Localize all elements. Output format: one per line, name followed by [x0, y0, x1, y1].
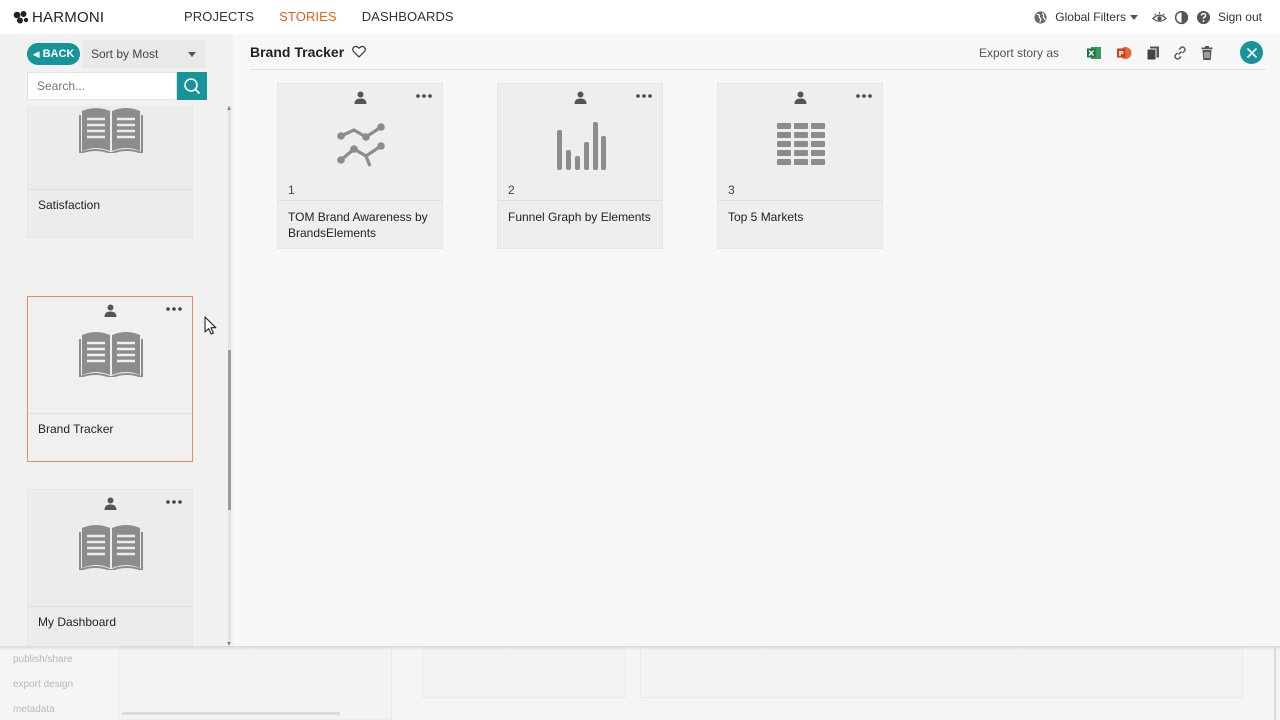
top-navigation-bar: HARMONI PROJECTS STORIES DASHBOARDS Glob…: [0, 0, 1280, 34]
eye-icon[interactable]: [1151, 10, 1167, 25]
story-card-satisfaction[interactable]: Satisfaction: [27, 106, 193, 238]
bg-panel: [640, 646, 1243, 698]
overlay-shadow: [0, 646, 1280, 650]
chart-card-2[interactable]: 2 Funnel Graph by Elements: [497, 83, 663, 249]
copy-icon[interactable]: [1145, 45, 1161, 61]
bg-menu-export-design: export design: [13, 679, 74, 690]
card-divider: [718, 200, 882, 201]
scrollbar-thumb[interactable]: [228, 350, 231, 510]
card-divider: [28, 606, 192, 607]
more-options-icon[interactable]: [166, 500, 182, 504]
globe-icon[interactable]: [1033, 10, 1048, 25]
story-card-name: Brand Tracker: [38, 422, 114, 436]
bar-chart-icon: [557, 122, 606, 170]
mouse-pointer-icon: [204, 316, 217, 335]
harmoni-logo-icon: [13, 11, 29, 24]
bg-panel: [118, 646, 392, 720]
story-card-my-dashboard[interactable]: My Dashboard: [27, 489, 193, 646]
card-divider: [28, 189, 192, 190]
chart-card-name: Funnel Graph by Elements: [508, 210, 651, 224]
card-divider: [28, 413, 192, 414]
card-divider: [278, 200, 442, 201]
svg-text:P: P: [1119, 50, 1124, 58]
heart-icon[interactable]: [352, 45, 366, 58]
chart-thumbnail: 3: [718, 84, 882, 200]
close-icon: [1246, 47, 1257, 58]
person-icon: [104, 304, 117, 317]
sign-out-link[interactable]: Sign out: [1218, 10, 1262, 24]
export-story-label: Export story as: [979, 46, 1060, 60]
back-button-label: BACK: [42, 48, 75, 60]
line-chart-icon: [337, 123, 385, 167]
table-icon: [777, 123, 825, 165]
chart-number: 1: [288, 183, 295, 197]
story-thumbnail: [28, 297, 192, 413]
person-icon: [104, 497, 117, 510]
more-options-icon[interactable]: [856, 94, 872, 98]
person-icon: [574, 91, 587, 104]
chevron-down-icon: [188, 52, 196, 57]
nav-projects[interactable]: PROJECTS: [184, 9, 254, 24]
more-options-icon[interactable]: [416, 94, 432, 98]
person-icon: [354, 91, 367, 104]
logo-text: HARMONI: [32, 8, 105, 26]
bg-menu-publish-share: publish/share: [13, 654, 73, 665]
chart-thumbnail: 1: [278, 84, 442, 200]
title-divider: [250, 69, 1266, 70]
stories-sidebar: ◀ BACK Sort by Most Satisfaction: [0, 34, 233, 646]
search-button[interactable]: [177, 72, 207, 100]
story-thumbnail: [28, 490, 192, 606]
bg-panel: [422, 646, 626, 698]
chart-thumbnail: 2: [498, 84, 662, 200]
more-options-icon[interactable]: [166, 307, 182, 311]
bg-menu-metadata: metadata: [13, 704, 55, 715]
card-divider: [498, 200, 662, 201]
trash-icon[interactable]: [1199, 45, 1215, 61]
app-logo[interactable]: HARMONI: [13, 8, 104, 26]
help-icon[interactable]: [1196, 10, 1211, 25]
story-list[interactable]: Satisfaction Brand Tracker My Dashboard: [0, 106, 227, 646]
link-icon[interactable]: [1172, 45, 1188, 61]
story-thumbnail: [28, 106, 192, 189]
person-icon: [794, 91, 807, 104]
sort-dropdown-value: Sort by Most: [91, 47, 159, 61]
bg-horizontal-scrollbar: [122, 712, 340, 715]
contrast-icon[interactable]: [1174, 10, 1189, 25]
close-button[interactable]: [1240, 41, 1263, 64]
chart-card-name: Top 5 Markets: [728, 210, 804, 224]
search-icon: [184, 78, 201, 95]
back-button[interactable]: ◀ BACK: [27, 43, 80, 65]
book-icon: [79, 108, 143, 153]
book-icon: [79, 525, 143, 570]
scroll-up-icon[interactable]: [227, 106, 231, 110]
excel-icon[interactable]: [1086, 45, 1102, 61]
story-card-name: My Dashboard: [38, 615, 117, 629]
chart-number: 3: [728, 183, 735, 197]
top-right-toolbar: Global Filters Sign out: [1033, 8, 1262, 26]
chart-card-1[interactable]: 1 TOM Brand Awareness by BrandsElements: [277, 83, 443, 249]
global-filters-label[interactable]: Global Filters: [1055, 10, 1126, 24]
story-title: Brand Tracker: [250, 44, 345, 60]
more-options-icon[interactable]: [636, 94, 652, 98]
story-card-brand-tracker[interactable]: Brand Tracker: [27, 296, 193, 462]
main-nav: PROJECTS STORIES DASHBOARDS: [184, 9, 479, 24]
chart-card-name: TOM Brand Awareness by BrandsElements: [288, 210, 428, 240]
chart-number: 2: [508, 183, 515, 197]
sort-dropdown[interactable]: Sort by Most: [82, 40, 206, 68]
story-list-scrollbar[interactable]: [226, 106, 233, 646]
nav-stories[interactable]: STORIES: [279, 9, 337, 24]
book-icon: [79, 332, 143, 377]
background-page-layer: publish/share export design metadata: [0, 646, 1280, 720]
search-input[interactable]: [27, 72, 177, 100]
story-card-name: Satisfaction: [38, 198, 101, 212]
chevron-left-icon: ◀: [32, 48, 40, 59]
story-detail-panel: Brand Tracker Export story as P 1 TOM Br…: [233, 34, 1280, 646]
nav-dashboards[interactable]: DASHBOARDS: [362, 9, 454, 24]
chart-card-3[interactable]: 3 Top 5 Markets: [717, 83, 883, 249]
global-filters-caret-icon[interactable]: [1129, 14, 1138, 20]
bg-vertical-scrollbar: [1274, 646, 1276, 720]
powerpoint-icon[interactable]: P: [1116, 45, 1132, 61]
